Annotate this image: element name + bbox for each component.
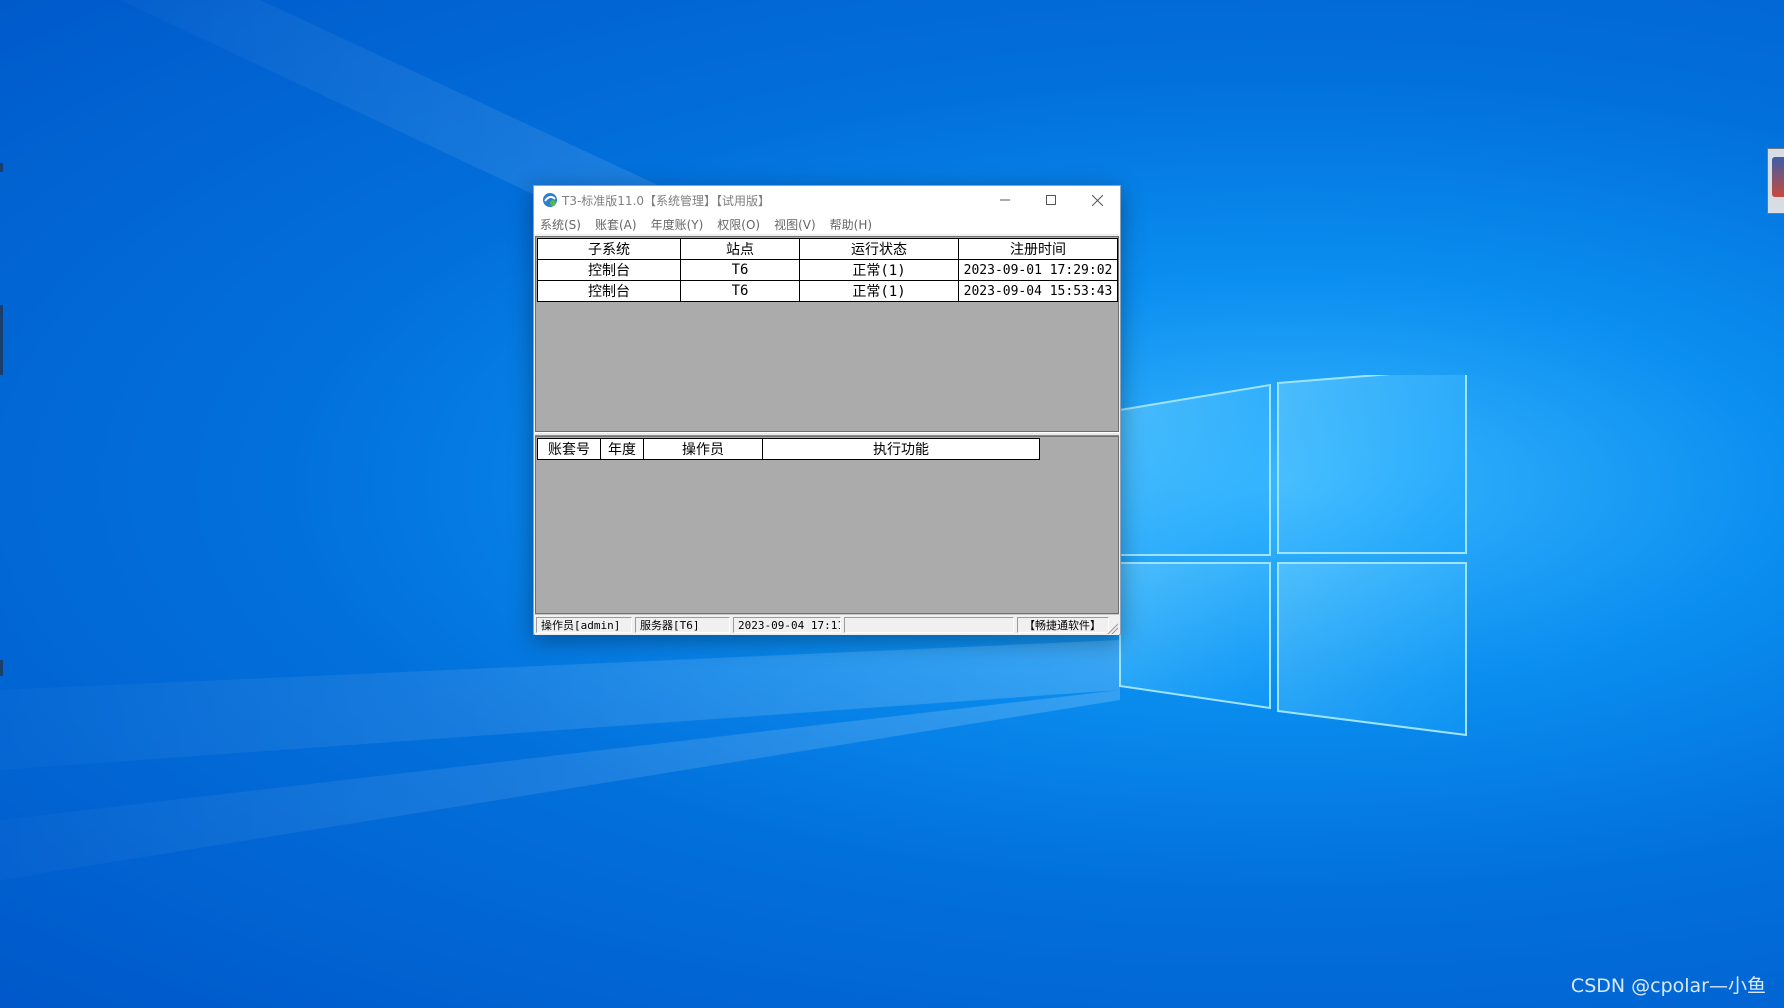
column-header-register-time[interactable]: 注册时间: [958, 238, 1118, 260]
column-header-function[interactable]: 执行功能: [762, 438, 1040, 460]
menu-help[interactable]: 帮助(H): [830, 216, 872, 233]
column-header-subsystem[interactable]: 子系统: [537, 238, 681, 260]
subsystem-table: 子系统 站点 运行状态 注册时间 控制台 T6 正常(1) 2023-09-01…: [537, 238, 1118, 302]
table-header-row: 子系统 站点 运行状态 注册时间: [537, 238, 1118, 260]
close-button[interactable]: [1074, 186, 1120, 214]
app-window: T3-标准版11.0【系统管理】【试用版】 系统(S) 账套(A) 年度账(Y)…: [533, 185, 1121, 635]
desktop: CSDN @cpolar—小鱼 T3-标准版11.0【系统管理】【试用版】 系统…: [0, 0, 1784, 1008]
column-header-account-no[interactable]: 账套号: [537, 438, 601, 460]
menu-permissions[interactable]: 权限(O): [717, 216, 760, 233]
table-row[interactable]: 控制台 T6 正常(1) 2023-09-04 15:53:43: [537, 280, 1118, 302]
operation-pane[interactable]: 账套号 年度 操作员 执行功能: [535, 436, 1119, 614]
menu-annual-account[interactable]: 年度账(Y): [651, 216, 704, 233]
cell-register-time: 2023-09-01 17:29:02: [958, 259, 1118, 281]
close-icon: [1091, 194, 1103, 206]
client-area: 子系统 站点 运行状态 注册时间 控制台 T6 正常(1) 2023-09-01…: [535, 236, 1119, 614]
cell-register-time: 2023-09-04 15:53:43: [958, 280, 1118, 302]
cell-subsystem: 控制台: [537, 259, 681, 281]
menu-system[interactable]: 系统(S): [540, 216, 581, 233]
status-operator: 操作员[admin]: [536, 617, 632, 633]
status-empty-panel: [844, 617, 1014, 633]
window-title: T3-标准版11.0【系统管理】【试用版】: [562, 194, 771, 208]
table-row[interactable]: 控制台 T6 正常(1) 2023-09-01 17:29:02: [537, 259, 1118, 281]
cell-station: T6: [680, 280, 800, 302]
menu-bar: 系统(S) 账套(A) 年度账(Y) 权限(O) 视图(V) 帮助(H): [534, 214, 1120, 234]
desktop-shortcut-icon[interactable]: [1767, 148, 1784, 214]
operation-table: 账套号 年度 操作员 执行功能: [537, 438, 1040, 460]
maximize-button[interactable]: [1028, 186, 1074, 214]
column-header-operator[interactable]: 操作员: [643, 438, 763, 460]
status-server: 服务器[T6]: [635, 617, 730, 633]
minimize-icon: [1000, 199, 1010, 201]
column-header-run-status[interactable]: 运行状态: [799, 238, 959, 260]
cell-run-status: 正常(1): [799, 259, 959, 281]
status-datetime: 2023-09-04 17:11: [733, 617, 841, 633]
status-bar: 操作员[admin] 服务器[T6] 2023-09-04 17:11 【畅捷通…: [535, 614, 1119, 635]
resize-grip-icon[interactable]: [1106, 622, 1118, 634]
minimize-button[interactable]: [982, 186, 1028, 214]
menu-view[interactable]: 视图(V): [774, 216, 816, 233]
column-header-station[interactable]: 站点: [680, 238, 800, 260]
windows-logo-icon: [1119, 375, 1467, 737]
title-bar[interactable]: T3-标准版11.0【系统管理】【试用版】: [534, 186, 1120, 214]
cell-station: T6: [680, 259, 800, 281]
subsystem-pane[interactable]: 子系统 站点 运行状态 注册时间 控制台 T6 正常(1) 2023-09-01…: [535, 236, 1119, 432]
maximize-icon: [1046, 195, 1056, 205]
column-header-year[interactable]: 年度: [600, 438, 644, 460]
cell-subsystem: 控制台: [537, 280, 681, 302]
status-brand: 【畅捷通软件】: [1017, 617, 1109, 633]
cell-run-status: 正常(1): [799, 280, 959, 302]
table-header-row: 账套号 年度 操作员 执行功能: [537, 438, 1040, 460]
watermark: CSDN @cpolar—小鱼: [1570, 975, 1766, 997]
menu-account-set[interactable]: 账套(A): [595, 216, 637, 233]
app-logo-icon: [543, 193, 557, 207]
